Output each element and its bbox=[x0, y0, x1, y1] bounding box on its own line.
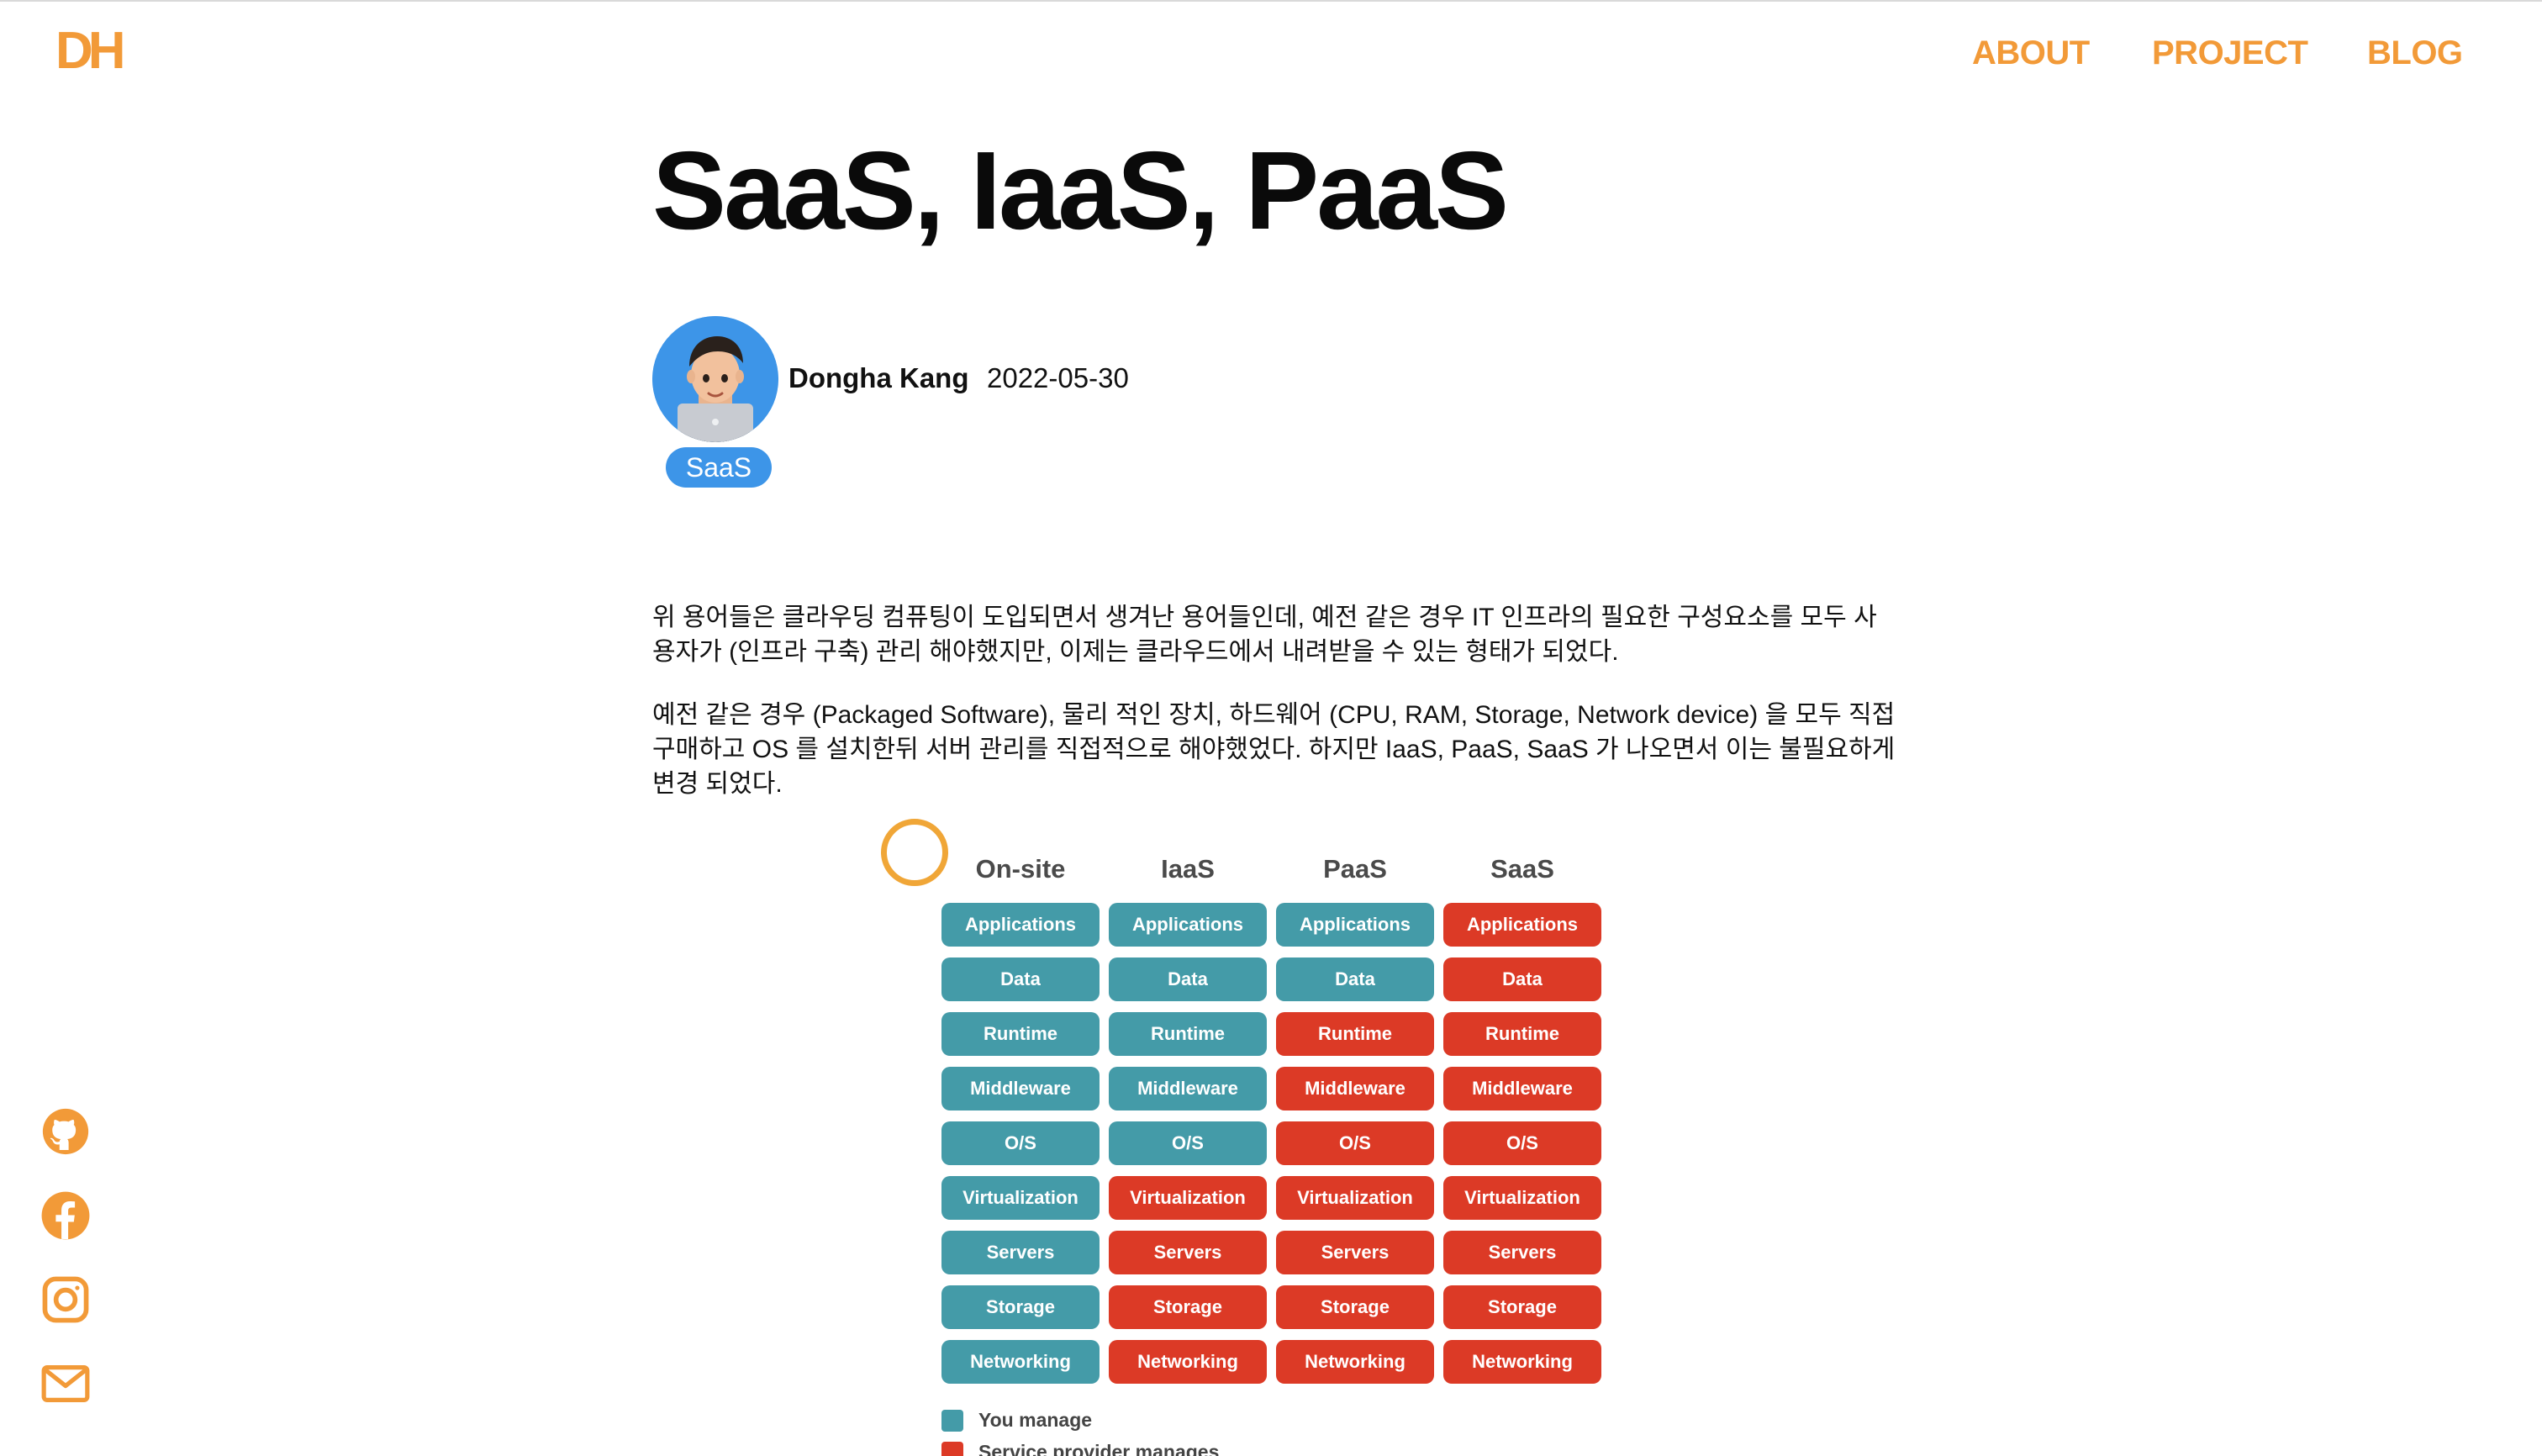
user-managed-cell: O/S bbox=[1109, 1121, 1267, 1165]
provider-managed-cell: Runtime bbox=[1276, 1012, 1434, 1056]
legend-swatch bbox=[941, 1442, 963, 1456]
provider-managed-cell: Virtualization bbox=[1443, 1176, 1601, 1220]
provider-managed-cell: Middleware bbox=[1276, 1067, 1434, 1110]
mail-icon[interactable] bbox=[39, 1357, 92, 1411]
facebook-icon[interactable] bbox=[39, 1189, 92, 1242]
nav-project[interactable]: PROJECT bbox=[2152, 32, 2308, 74]
top-border bbox=[0, 0, 2542, 2]
provider-managed-cell: Servers bbox=[1109, 1231, 1267, 1274]
legend-item-provider: Service provider manages bbox=[941, 1439, 1278, 1456]
user-managed-cell: Middleware bbox=[941, 1067, 1100, 1110]
post-date: 2022-05-30 bbox=[987, 362, 1129, 393]
user-managed-cell: Storage bbox=[941, 1285, 1100, 1329]
provider-managed-cell: O/S bbox=[1276, 1121, 1434, 1165]
provider-managed-cell: Storage bbox=[1276, 1285, 1434, 1329]
user-managed-cell: O/S bbox=[941, 1121, 1100, 1165]
nav-blog[interactable]: BLOG bbox=[2367, 32, 2463, 74]
provider-managed-cell: Networking bbox=[1276, 1340, 1434, 1384]
provider-managed-cell: Data bbox=[1443, 957, 1601, 1001]
user-managed-cell: Applications bbox=[941, 903, 1100, 947]
provider-managed-cell: Storage bbox=[1109, 1285, 1267, 1329]
author-avatar bbox=[652, 316, 778, 442]
legend-label: You manage bbox=[978, 1409, 1093, 1431]
user-managed-cell: Middleware bbox=[1109, 1067, 1267, 1110]
user-managed-cell: Data bbox=[1276, 957, 1434, 1001]
provider-managed-cell: Virtualization bbox=[1276, 1176, 1434, 1220]
provider-managed-cell: Servers bbox=[1443, 1231, 1601, 1274]
legend-label: Service provider manages bbox=[978, 1441, 1220, 1456]
provider-managed-cell: O/S bbox=[1443, 1121, 1601, 1165]
provider-managed-cell: Networking bbox=[1109, 1340, 1267, 1384]
instagram-icon[interactable] bbox=[39, 1273, 92, 1327]
user-managed-cell: Runtime bbox=[941, 1012, 1100, 1056]
column-header: On-site bbox=[975, 854, 1066, 884]
user-managed-cell: Data bbox=[1109, 957, 1267, 1001]
user-managed-cell: Virtualization bbox=[941, 1176, 1100, 1220]
circle-marker bbox=[881, 819, 948, 886]
column-header: SaaS bbox=[1490, 854, 1554, 884]
paragraph-1: 위 용어들은 클라우딩 컴퓨팅이 도입되면서 생겨난 용어들인데, 예전 같은 … bbox=[652, 604, 1877, 666]
provider-managed-cell: Servers bbox=[1276, 1231, 1434, 1274]
legend-swatch bbox=[941, 1410, 963, 1432]
provider-managed-cell: Applications bbox=[1443, 903, 1601, 947]
user-managed-cell: Applications bbox=[1276, 903, 1434, 947]
top-nav: ABOUT PROJECT BLOG bbox=[0, 32, 2542, 74]
author-name[interactable]: Dongha Kang bbox=[788, 360, 968, 397]
github-icon[interactable] bbox=[39, 1105, 92, 1158]
provider-managed-cell: Runtime bbox=[1443, 1012, 1601, 1056]
tag-badge[interactable]: SaaS bbox=[666, 447, 772, 488]
provider-managed-cell: Middleware bbox=[1443, 1067, 1601, 1110]
column-header: PaaS bbox=[1323, 854, 1387, 884]
column-header: IaaS bbox=[1161, 854, 1215, 884]
post-title: SaaS, IaaS, PaaS bbox=[652, 129, 1509, 252]
legend-item-you: You manage bbox=[941, 1407, 1278, 1432]
user-managed-cell: Networking bbox=[941, 1340, 1100, 1384]
paragraph-2: 예전 같은 경우 (Packaged Software), 물리 적인 장치, … bbox=[652, 701, 1896, 798]
user-managed-cell: Runtime bbox=[1109, 1012, 1267, 1056]
cloud-service-diagram: On-site Applications Data Runtime Middleware… bbox=[879, 815, 1619, 1456]
provider-managed-cell: Networking bbox=[1443, 1340, 1601, 1384]
user-managed-cell: Servers bbox=[941, 1231, 1100, 1274]
provider-managed-cell: Storage bbox=[1443, 1285, 1601, 1329]
provider-managed-cell: Virtualization bbox=[1109, 1176, 1267, 1220]
user-managed-cell: Applications bbox=[1109, 903, 1267, 947]
user-managed-cell: Data bbox=[941, 957, 1100, 1001]
nav-about[interactable]: ABOUT bbox=[1972, 32, 2090, 74]
